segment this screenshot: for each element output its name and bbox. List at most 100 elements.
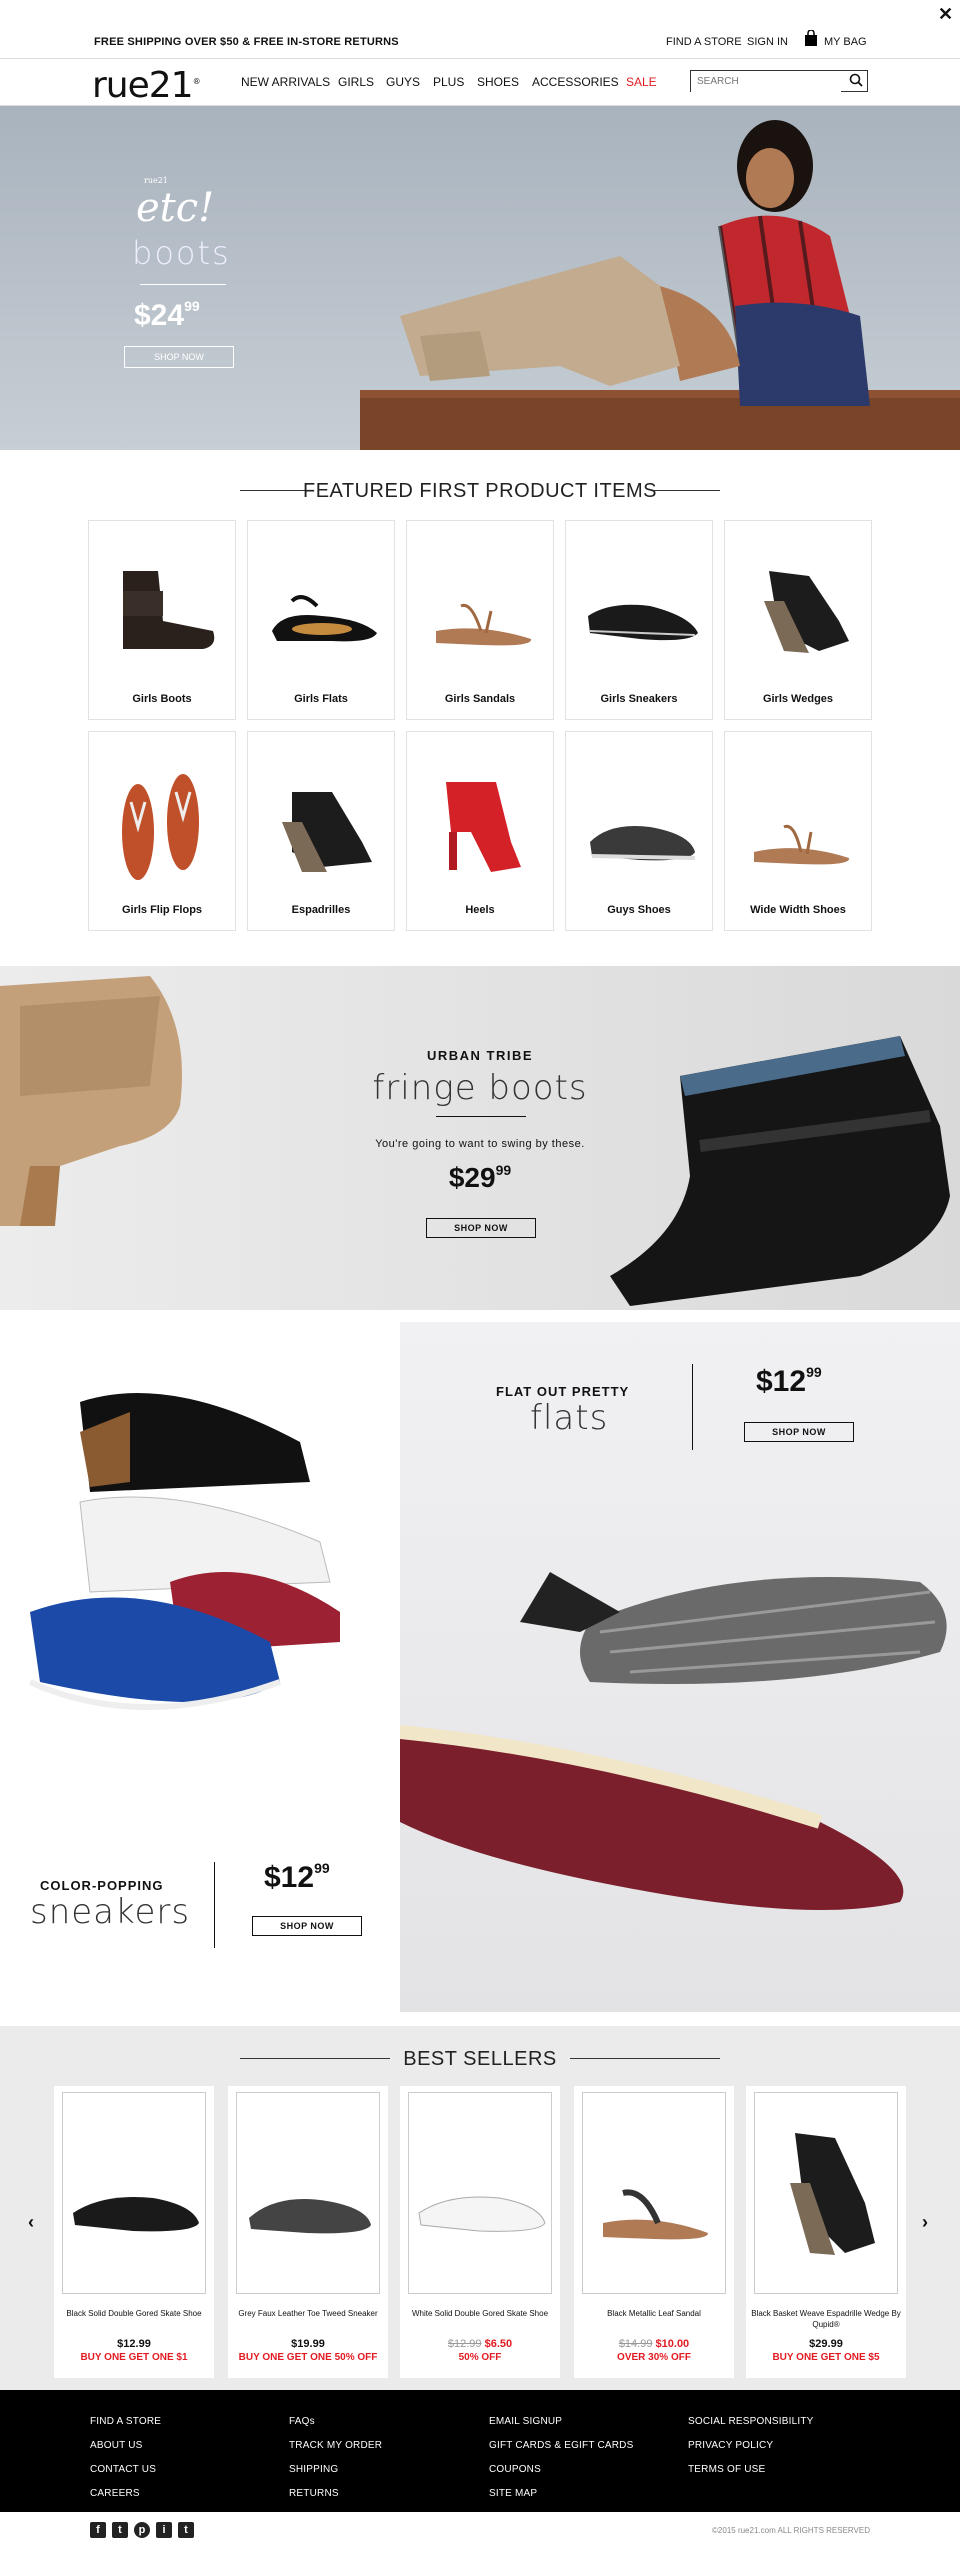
fringe-boots-banner[interactable]: URBAN TRIBE fringe boots You're going to… [0, 966, 960, 1310]
search-icon[interactable] [849, 73, 863, 92]
instagram-icon[interactable]: i [156, 2522, 172, 2538]
flats-shop-now-button[interactable]: SHOP NOW [744, 1422, 854, 1442]
product-label: Wide Width Shoes [750, 904, 846, 916]
footer-link[interactable]: FIND A STORE [90, 2410, 161, 2434]
bestseller-promo: OVER 30% OFF [617, 2352, 691, 2363]
footer-link[interactable]: SOCIAL RESPONSIBILITY [688, 2410, 814, 2434]
bestseller-price: $12.99 $6.50 [447, 2338, 513, 2350]
shipping-promo: FREE SHIPPING OVER $50 & FREE IN-STORE R… [94, 36, 399, 48]
bestseller-name: Grey Faux Leather Toe Tweed Sneaker [238, 2309, 378, 2318]
footer-link[interactable]: GIFT CARDS & EGIFT CARDS [489, 2434, 633, 2458]
search-input[interactable] [691, 71, 841, 92]
featured-title: FEATURED FIRST PRODUCT ITEMS [302, 480, 658, 502]
footer-link[interactable]: RETURNS [289, 2482, 382, 2506]
my-bag-link[interactable]: MY BAG [824, 36, 867, 48]
carousel-prev-icon[interactable]: ‹ [28, 2212, 34, 2233]
pinterest-icon[interactable]: p [134, 2522, 150, 2538]
product-card-girls-sandals[interactable]: Girls Sandals [406, 520, 554, 720]
bestseller-card[interactable]: White Solid Double Gored Skate Shoe $12.… [400, 2086, 560, 2378]
girls-wedges-image [764, 571, 849, 653]
social-bar: f t p i t ©2015 rue21.com ALL RIGHTS RES… [0, 2512, 960, 2552]
bestseller-promo: BUY ONE GET ONE 50% OFF [238, 2352, 378, 2363]
footer-link[interactable]: PRIVACY POLICY [688, 2434, 814, 2458]
rue21-logo[interactable]: rue21® [92, 65, 201, 106]
top-utility-bar: FREE SHIPPING OVER $50 & FREE IN-STORE R… [0, 0, 960, 58]
twitter-icon[interactable]: t [112, 2522, 128, 2538]
girls-boots-image [123, 571, 215, 649]
girls-sandals-image [436, 603, 532, 646]
bestseller-card[interactable]: Black Metallic Leaf Sandal $14.99 $10.00… [574, 2086, 734, 2378]
footer-link[interactable]: CAREERS [90, 2482, 161, 2506]
sneakers-divider [214, 1862, 215, 1948]
product-label: Girls Wedges [762, 693, 834, 705]
girls-sneakers-image [588, 604, 698, 641]
product-card-girls-flats[interactable]: Girls Flats [247, 520, 395, 720]
bestseller-image [62, 2092, 206, 2294]
featured-title-line-right [654, 490, 720, 491]
bestseller-name: White Solid Double Gored Skate Shoe [411, 2309, 549, 2318]
bestsellers-title-line-right [570, 2058, 720, 2059]
product-card-girls-wedges[interactable]: Girls Wedges [724, 520, 872, 720]
main-nav: rue21® NEW ARRIVALS GIRLS GUYS PLUS SHOE… [0, 58, 960, 106]
footer-link[interactable]: TRACK MY ORDER [289, 2434, 382, 2458]
product-label: Girls Sandals [444, 693, 516, 705]
bestseller-card[interactable]: Grey Faux Leather Toe Tweed Sneaker $19.… [228, 2086, 388, 2378]
footer-link[interactable]: FAQs [289, 2410, 382, 2434]
product-card-girls-sneakers[interactable]: Girls Sneakers [565, 520, 713, 720]
product-card-guys-shoes[interactable]: Guys Shoes [565, 731, 713, 931]
carousel-next-icon[interactable]: › [922, 2212, 928, 2233]
product-card-girls-flip-flops[interactable]: Girls Flip Flops [88, 731, 236, 931]
close-icon[interactable]: ✕ [938, 4, 953, 25]
facebook-icon[interactable]: f [90, 2522, 106, 2538]
nav-sale[interactable]: SALE [626, 75, 657, 89]
nav-new-arrivals[interactable]: NEW ARRIVALS [241, 75, 330, 89]
sign-in-link[interactable]: SIGN IN [747, 36, 788, 48]
bestseller-promo: BUY ONE GET ONE $1 [80, 2352, 188, 2363]
flats-image [400, 1572, 947, 1910]
footer-column: FAQs TRACK MY ORDER SHIPPING RETURNS [289, 2410, 382, 2506]
fringe-shop-now-button[interactable]: SHOP NOW [426, 1218, 536, 1238]
flats-title: flats [530, 1398, 609, 1438]
nav-plus[interactable]: PLUS [433, 75, 464, 89]
sneakers-subtitle: COLOR-POPPING [40, 1878, 164, 1893]
hero-shop-now-button[interactable]: SHOP NOW [124, 346, 234, 368]
bag-icon[interactable] [804, 29, 818, 49]
nav-girls[interactable]: GIRLS [338, 75, 374, 89]
footer-link[interactable]: SHIPPING [289, 2458, 382, 2482]
flats-price: $1299 [756, 1364, 822, 1398]
footer-link[interactable]: ABOUT US [90, 2434, 161, 2458]
bestsellers-title: BEST SELLERS [403, 2048, 557, 2070]
sneakers-shop-now-button[interactable]: SHOP NOW [252, 1916, 362, 1936]
product-card-wide-width-shoes[interactable]: Wide Width Shoes [724, 731, 872, 931]
product-card-girls-boots[interactable]: Girls Boots [88, 520, 236, 720]
product-label: Espadrilles [291, 904, 351, 916]
footer-link[interactable]: SITE MAP [489, 2482, 633, 2506]
bestseller-image [408, 2092, 552, 2294]
tumblr-icon[interactable]: t [178, 2522, 194, 2538]
fringe-subtitle: URBAN TRIBE [426, 1048, 534, 1063]
footer-link[interactable]: COUPONS [489, 2458, 633, 2482]
fringe-price: $2999 [448, 1162, 512, 1193]
bestseller-image [236, 2092, 380, 2294]
hero-model-image [360, 120, 960, 450]
find-store-link[interactable]: FIND A STORE [666, 36, 742, 48]
bestseller-card[interactable]: Black Solid Double Gored Skate Shoe $12.… [54, 2086, 214, 2378]
hero-banner[interactable]: rue21 etc! boots $2499 SHOP NOW [0, 106, 960, 450]
footer-link[interactable]: CONTACT US [90, 2458, 161, 2482]
footer-link[interactable]: EMAIL SIGNUP [489, 2410, 633, 2434]
bestseller-name: Black Metallic Leaf Sandal [607, 2309, 701, 2318]
bestseller-card[interactable]: Black Basket Weave Espadrille Wedge By Q… [746, 2086, 906, 2378]
footer-link[interactable]: TERMS OF USE [688, 2458, 814, 2482]
product-card-espadrilles[interactable]: Espadrilles [247, 731, 395, 931]
flats-promo[interactable]: FLAT OUT PRETTY flats $1299 SHOP NOW [400, 1322, 960, 2012]
product-card-heels[interactable]: Heels [406, 731, 554, 931]
wide-width-shoes-image [754, 824, 850, 865]
nav-shoes[interactable]: SHOES [477, 75, 519, 89]
bestseller-name: Black Solid Double Gored Skate Shoe [66, 2309, 202, 2318]
sneakers-promo[interactable]: COLOR-POPPING sneakers $1299 SHOP NOW [0, 1322, 400, 2012]
hero-title: boots [132, 234, 231, 272]
bestseller-image [754, 2092, 898, 2294]
nav-guys[interactable]: GUYS [386, 75, 420, 89]
sneakers-title: sneakers [30, 1892, 191, 1932]
nav-accessories[interactable]: ACCESSORIES [532, 75, 619, 89]
